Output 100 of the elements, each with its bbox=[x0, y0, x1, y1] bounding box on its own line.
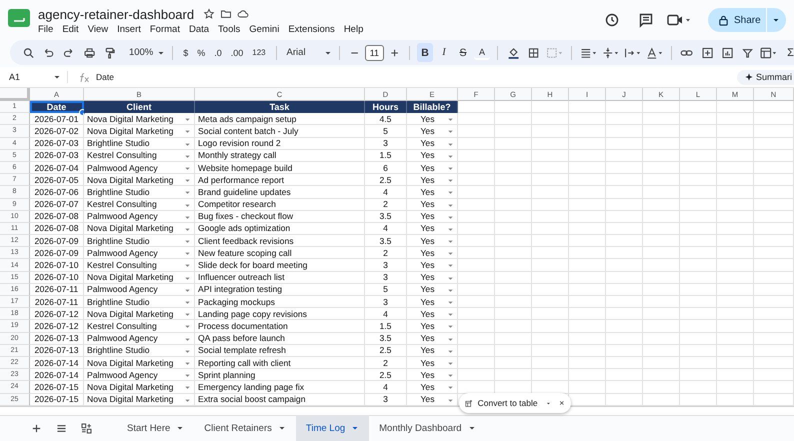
format-button[interactable]: A bbox=[474, 45, 490, 60]
number-format-button[interactable]: 123 bbox=[252, 48, 266, 57]
formula-input[interactable]: Date bbox=[96, 72, 114, 82]
menu-item[interactable]: Extensions bbox=[288, 24, 335, 35]
dropdown-cell[interactable]: Yes bbox=[407, 210, 458, 223]
summarize-button[interactable]: Summari bbox=[736, 70, 794, 84]
search-icon[interactable] bbox=[22, 46, 36, 60]
decrease-decimals-button[interactable]: .0 bbox=[214, 48, 222, 58]
document-title[interactable]: agency-retainer-dashboard bbox=[38, 6, 194, 22]
currency-format-button[interactable]: $ bbox=[183, 48, 188, 58]
dropdown-cell[interactable]: Yes bbox=[407, 272, 458, 284]
dropdown-cell[interactable]: Palmwood Agency bbox=[84, 284, 195, 296]
dropdown-cell[interactable]: Yes bbox=[407, 381, 458, 394]
dropdown-cell[interactable]: Yes bbox=[407, 222, 458, 236]
comment-icon[interactable] bbox=[638, 12, 654, 28]
dropdown-cell[interactable]: Yes bbox=[407, 125, 458, 138]
explore-icon[interactable] bbox=[80, 422, 93, 435]
menu-item[interactable]: Format bbox=[150, 24, 180, 35]
dropdown-cell[interactable]: Brightline Studio bbox=[84, 344, 195, 357]
dropdown-cell[interactable]: Nova Digital Marketing bbox=[84, 356, 195, 370]
dropdown-cell[interactable]: Yes bbox=[407, 344, 458, 357]
menu-item[interactable]: File bbox=[38, 24, 54, 35]
dropdown-cell[interactable]: Nova Digital Marketing bbox=[84, 308, 195, 320]
dropdown-cell[interactable]: Yes bbox=[407, 356, 458, 370]
dropdown-cell[interactable]: Nova Digital Marketing bbox=[84, 125, 195, 138]
text-rotation-icon[interactable] bbox=[644, 46, 664, 60]
dropdown-cell[interactable]: Nova Digital Marketing bbox=[84, 174, 195, 186]
insert-comment-icon[interactable] bbox=[700, 46, 714, 60]
sheet-tab[interactable]: Client Retainers bbox=[194, 415, 296, 441]
folder-icon[interactable] bbox=[220, 8, 232, 20]
dropdown-cell[interactable]: Kestrel Consulting bbox=[84, 150, 195, 162]
caret-icon[interactable] bbox=[772, 16, 780, 24]
chart-icon[interactable] bbox=[720, 46, 734, 60]
share-button[interactable]: Share bbox=[708, 8, 786, 32]
menu-item[interactable]: Help bbox=[344, 24, 364, 35]
font-size-field[interactable]: 11 bbox=[364, 44, 384, 60]
dropdown-cell[interactable]: Brightline Studio bbox=[84, 186, 195, 198]
percent-format-button[interactable]: % bbox=[197, 48, 206, 58]
convert-to-table-button[interactable]: Convert to table bbox=[478, 398, 538, 408]
dropdown-cell[interactable]: Palmwood Agency bbox=[84, 210, 195, 223]
dropdown-cell[interactable]: Palmwood Agency bbox=[84, 247, 195, 260]
header-cell[interactable]: Client bbox=[84, 101, 195, 114]
table-view-icon[interactable] bbox=[759, 46, 778, 60]
close-icon[interactable] bbox=[559, 399, 565, 407]
dropdown-cell[interactable]: Kestrel Consulting bbox=[84, 198, 195, 211]
menu-item[interactable]: Data bbox=[188, 24, 210, 35]
star-icon[interactable] bbox=[203, 8, 216, 20]
increase-decimals-button[interactable]: .00 bbox=[230, 48, 244, 58]
dropdown-cell[interactable]: Brightline Studio bbox=[84, 138, 195, 150]
zoom-dropdown[interactable]: 100% bbox=[128, 47, 166, 58]
dropdown-cell[interactable]: Yes bbox=[407, 320, 458, 333]
functions-button[interactable]: Σ bbox=[787, 46, 794, 58]
dropdown-cell[interactable]: Yes bbox=[407, 247, 458, 260]
dropdown-cell[interactable]: Yes bbox=[407, 162, 458, 174]
dropdown-cell[interactable]: Palmwood Agency bbox=[84, 162, 195, 174]
dropdown-cell[interactable]: Yes bbox=[407, 369, 458, 382]
menu-item[interactable]: Tools bbox=[218, 24, 240, 35]
cloud-icon[interactable] bbox=[237, 8, 250, 20]
menu-item[interactable]: Gemini bbox=[249, 24, 280, 35]
dropdown-cell[interactable]: Yes bbox=[407, 113, 458, 126]
dropdown-cell[interactable]: Kestrel Consulting bbox=[84, 320, 195, 333]
sheets-logo-icon[interactable] bbox=[8, 9, 30, 27]
format-button[interactable]: B bbox=[417, 43, 434, 62]
dropdown-cell[interactable]: Nova Digital Marketing bbox=[84, 222, 195, 236]
dropdown-cell[interactable]: Yes bbox=[407, 308, 458, 320]
dropdown-cell[interactable]: Yes bbox=[407, 174, 458, 186]
menu-item[interactable]: View bbox=[88, 24, 108, 35]
header-cell[interactable]: Task bbox=[195, 101, 365, 114]
dropdown-cell[interactable]: Palmwood Agency bbox=[84, 369, 195, 382]
history-icon[interactable] bbox=[604, 12, 620, 28]
sheet-tab[interactable]: Monthly Dashboard bbox=[369, 415, 486, 441]
video-call-icon[interactable] bbox=[666, 12, 692, 28]
dropdown-cell[interactable]: Yes bbox=[407, 138, 458, 150]
dropdown-cell[interactable]: Yes bbox=[407, 332, 458, 345]
dropdown-cell[interactable]: Nova Digital Marketing bbox=[84, 113, 195, 126]
dropdown-cell[interactable]: Yes bbox=[407, 284, 458, 296]
dropdown-cell[interactable]: Brightline Studio bbox=[84, 235, 195, 248]
header-cell[interactable]: Billable? bbox=[407, 101, 458, 114]
dropdown-cell[interactable]: Yes bbox=[407, 259, 458, 272]
menu-item[interactable]: Insert bbox=[117, 24, 141, 35]
dropdown-cell[interactable]: Yes bbox=[407, 235, 458, 248]
dropdown-cell[interactable]: Kestrel Consulting bbox=[84, 259, 195, 272]
format-button[interactable]: S bbox=[455, 43, 472, 62]
sheet-tab[interactable]: Start Here bbox=[117, 415, 194, 441]
format-button[interactable]: I bbox=[436, 43, 452, 62]
dropdown-cell[interactable]: Nova Digital Marketing bbox=[84, 272, 195, 284]
dropdown-cell[interactable]: Yes bbox=[407, 150, 458, 162]
dropdown-cell[interactable]: Nova Digital Marketing bbox=[84, 381, 195, 394]
print-icon[interactable] bbox=[82, 46, 96, 60]
dropdown-cell[interactable]: Yes bbox=[407, 296, 458, 308]
borders-icon[interactable] bbox=[527, 46, 540, 60]
menu-item[interactable]: Edit bbox=[62, 24, 79, 35]
dropdown-cell[interactable]: Yes bbox=[407, 186, 458, 198]
fill-color-icon[interactable] bbox=[507, 46, 520, 60]
sheet-tab[interactable]: Time Log bbox=[296, 415, 370, 441]
dropdown-cell[interactable]: Palmwood Agency bbox=[84, 332, 195, 345]
vertical-align-icon[interactable] bbox=[601, 46, 620, 60]
merge-cells-icon[interactable] bbox=[545, 46, 564, 60]
name-box[interactable]: A1 bbox=[0, 72, 67, 82]
header-cell[interactable]: Date bbox=[30, 101, 84, 114]
